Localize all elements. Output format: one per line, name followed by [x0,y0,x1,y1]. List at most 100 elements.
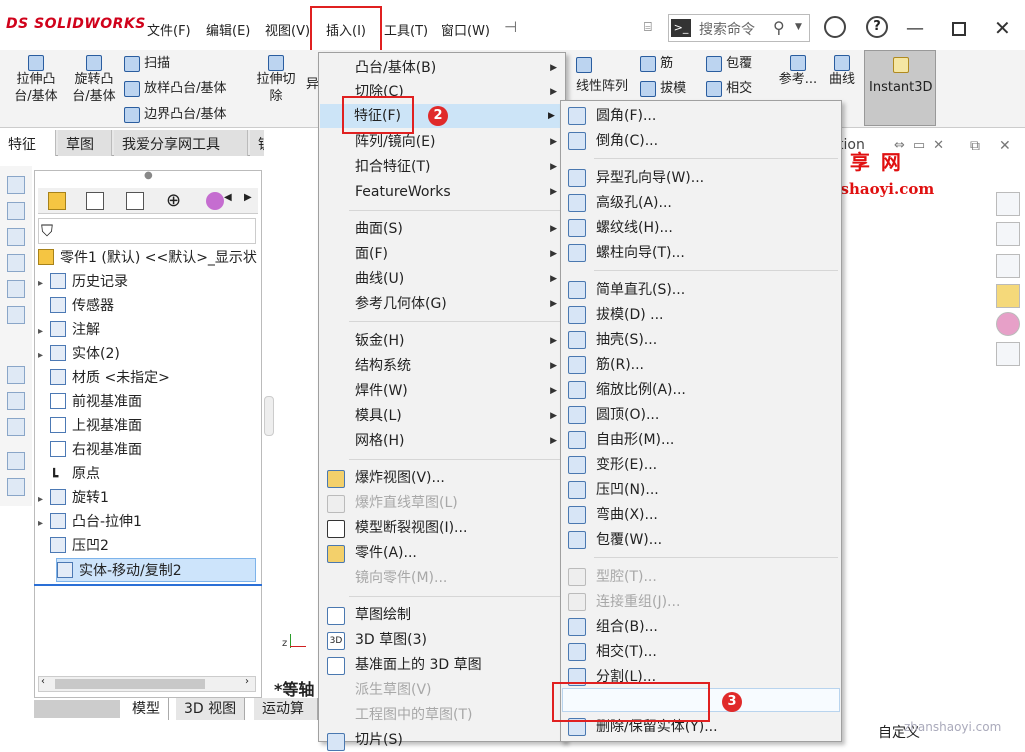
curves-button[interactable]: 曲线 [826,54,858,88]
tree-item-move-copy2[interactable]: 实体-移动/复制2 [56,558,256,582]
scrollbar-thumb[interactable] [55,679,205,689]
feature-menu-item[interactable]: 组合(B)... [596,615,658,639]
tree-item-material[interactable]: 材质 <未指定> [38,366,170,390]
tab-3d-views[interactable]: 3D 视图 [176,698,246,720]
insert-sheet-metal[interactable]: 钣金(H) ▶ [319,329,565,353]
feature-menu-item[interactable]: 圆角(F)... [596,104,656,128]
doc-icon[interactable]: ⌸ [644,20,652,35]
feature-menu-item[interactable]: 拔模(D) ... [596,303,664,327]
tab-nav-buttons[interactable] [34,700,120,718]
insert-surface[interactable]: 曲面(S) ▶ [319,217,565,241]
custom-properties-icon[interactable] [996,342,1020,366]
feature-menu-item[interactable]: 倒角(C)... [596,129,658,153]
left-tool-icon-1[interactable] [7,176,25,194]
restore-icon[interactable]: ⧉ [970,138,980,154]
insert-structure-system[interactable]: 结构系统 ▶ [319,354,565,378]
feature-menu-item[interactable]: 高级孔(A)... [596,191,672,215]
linear-pattern-label[interactable]: 线性阵列 [576,78,628,95]
left-tool-icon-7[interactable] [7,366,25,384]
feature-menu-item[interactable]: 压凹(N)... [596,478,659,502]
feature-menu-item[interactable]: 螺纹线(H)... [596,216,673,240]
expand-arrow-icon[interactable]: ▸ [38,512,50,536]
insert-model-break-view[interactable]: 模型断裂视图(I)... [319,516,565,540]
design-library-icon[interactable] [996,222,1020,246]
tree-item-boss-extrude1[interactable]: ▸ 凸台-拉伸1 [38,510,142,534]
dimxpert-tab-icon[interactable]: ⊕ [166,190,181,211]
user-icon[interactable] [824,16,846,38]
left-tool-icon-6[interactable] [7,306,25,324]
tree-root[interactable]: 零件1 (默认) <<默认>_显示状 [38,246,257,270]
revolve-boss-button[interactable]: 旋转凸台/基体 [68,54,120,105]
filter-icon[interactable]: ⛉ [41,221,53,241]
menu-file[interactable]: 文件(F) [147,20,191,39]
close-icon[interactable]: ✕ [994,16,1011,40]
tab-scroll-left-icon[interactable]: ◀ [224,192,232,203]
feature-menu-item[interactable]: 异型孔向导(W)... [596,166,704,190]
expand-arrow-icon[interactable]: ▸ [38,344,50,368]
expand-arrow-icon[interactable]: ▸ [38,320,50,344]
tab-scroll-right-icon[interactable]: ▶ [244,192,252,203]
help-icon[interactable]: ? [866,16,888,38]
feature-manager-tab-icon[interactable] [48,192,66,210]
menu-insert[interactable]: 插入(I) [326,20,366,39]
loft-button[interactable]: 放样凸台/基体 [124,80,227,97]
search-icon[interactable]: ⚲ [773,18,785,37]
insert-3d-sketch[interactable]: 3D 草图(3) [319,628,565,652]
property-manager-tab-icon[interactable] [86,192,104,210]
tree-item-annotations[interactable]: ▸ 注解 [38,318,100,342]
display-manager-tab-icon[interactable] [206,192,224,210]
menu-window[interactable]: 窗口(W) [441,20,490,39]
left-tool-icon-2[interactable] [7,202,25,220]
tree-item-indent2[interactable]: 压凹2 [38,534,109,558]
file-explorer-icon[interactable] [996,254,1020,278]
tab-share-tools[interactable]: 我爱分享网工具 [114,130,248,156]
expand-arrow-icon[interactable]: ▸ [38,272,50,296]
left-tool-icon-3[interactable] [7,228,25,246]
feature-menu-item[interactable]: 变形(E)... [596,453,657,477]
chevron-down-icon[interactable]: ▼ [795,22,802,32]
tree-item-right-plane[interactable]: 右视基准面 [38,438,142,462]
insert-curve[interactable]: 曲线(U) ▶ [319,267,565,291]
reference-geometry-button[interactable]: 参考... [778,54,818,88]
configuration-manager-tab-icon[interactable] [126,192,144,210]
tree-item-top-plane[interactable]: 上视基准面 [38,414,142,438]
left-tool-icon-4[interactable] [7,254,25,272]
insert-weldments[interactable]: 焊件(W) ▶ [319,379,565,403]
insert-part[interactable]: 零件(A)... [319,541,565,565]
insert-sketch[interactable]: 草图绘制 [319,603,565,627]
intersect-button[interactable]: 相交 [706,80,752,97]
panel-collapse-handle[interactable] [264,396,274,436]
sweep-button[interactable]: 扫描 [124,55,170,72]
insert-exploded-view[interactable]: 爆炸视图(V)... [319,466,565,490]
tree-item-origin[interactable]: ┗ 原点 [38,462,100,486]
extrude-cut-button[interactable]: 拉伸切除 [252,54,300,105]
tab-model[interactable]: 模型 [124,698,169,720]
tree-item-revolve1[interactable]: ▸ 旋转1 [38,486,109,510]
expand-arrow-icon[interactable]: ▸ [38,488,50,512]
insert-boss-base[interactable]: 凸台/基体(B) ▶ [319,56,565,80]
feature-menu-item[interactable]: 弯曲(X)... [596,503,658,527]
insert-face[interactable]: 面(F) ▶ [319,242,565,266]
tree-filter[interactable]: ⛉ [38,218,256,244]
feature-menu-item[interactable]: 圆顶(O)... [596,403,659,427]
insert-fastening-feature[interactable]: 扣合特征(T) ▶ [319,155,565,179]
left-tool-icon-10[interactable] [7,452,25,470]
view-palette-icon[interactable] [996,284,1020,308]
rib-button[interactable]: 筋 [640,55,673,72]
tab-features[interactable]: 特征 [0,130,56,156]
feature-menu-item[interactable]: 缩放比例(A)... [596,378,686,402]
tab-motion-study[interactable]: 运动算例 [254,698,318,720]
tree-item-front-plane[interactable]: 前视基准面 [38,390,142,414]
feature-menu-item[interactable]: 包覆(W)... [596,528,662,552]
extrude-boss-button[interactable]: 拉伸凸台/基体 [10,54,62,105]
insert-featureworks[interactable]: FeatureWorks ▶ [319,180,565,204]
panel-grip-icon[interactable]: ● [144,170,153,181]
insert-reference-geometry[interactable]: 参考几何体(G) ▶ [319,292,565,316]
appearances-icon[interactable] [996,312,1020,336]
maximize-icon[interactable] [952,22,966,36]
menu-view[interactable]: 视图(V) [265,20,310,39]
linear-pattern-icon[interactable] [576,56,592,73]
left-tool-icon-8[interactable] [7,392,25,410]
feature-menu-item[interactable]: 螺柱向导(T)... [596,241,685,265]
pin-icon[interactable]: ⊣ [504,18,517,36]
